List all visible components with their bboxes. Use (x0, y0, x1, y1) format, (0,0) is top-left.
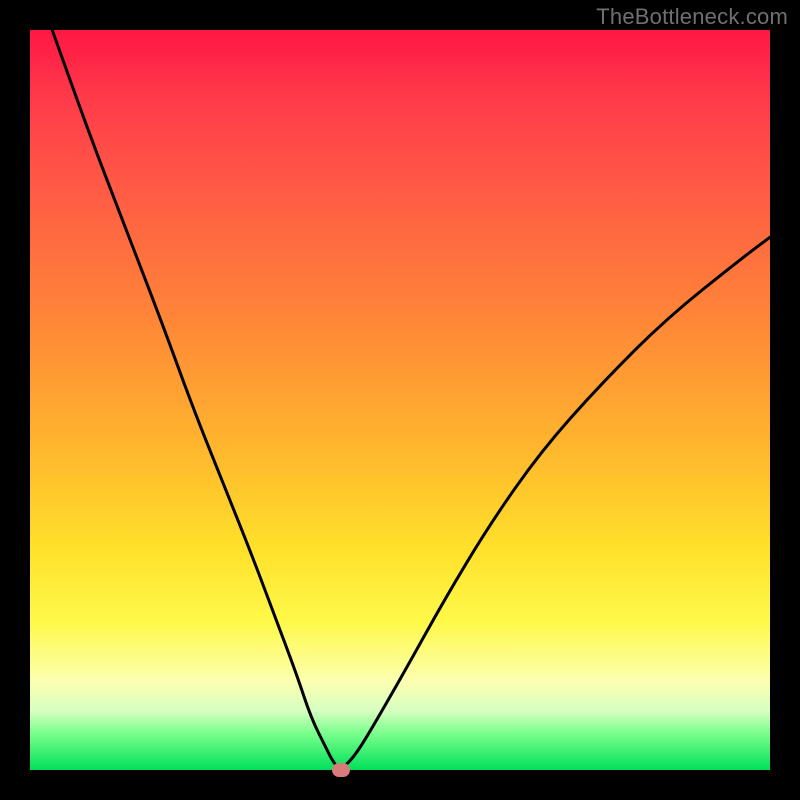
curve-path (52, 30, 770, 768)
optimum-marker (332, 763, 350, 777)
watermark-text: TheBottleneck.com (596, 4, 788, 30)
plot-area (30, 30, 770, 770)
chart-frame: TheBottleneck.com (0, 0, 800, 800)
mismatch-curve (30, 30, 770, 770)
